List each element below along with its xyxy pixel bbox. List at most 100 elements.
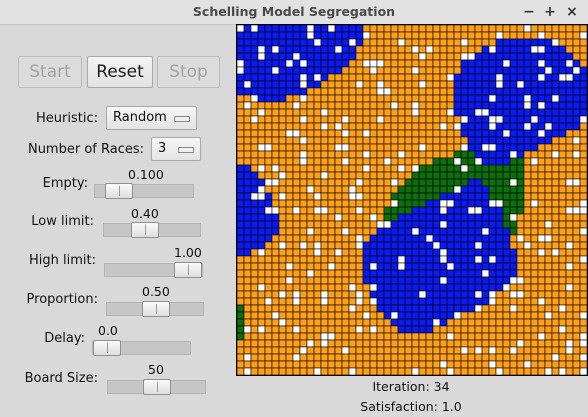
board-cell [502,353,511,362]
board-cell [271,241,280,250]
races-select[interactable]: 3 [151,137,201,161]
empty-slider[interactable] [94,183,194,199]
board-cell [313,248,322,257]
board-cell [383,171,392,180]
board-cell [341,24,350,33]
board-cell [243,24,252,33]
board-cell [250,66,259,75]
board-cell [271,248,280,257]
board-cell [257,108,266,117]
high-limit-slider-thumb[interactable] [174,262,202,278]
board-cell [530,80,539,89]
board-cell [411,283,420,292]
board-cell [397,353,406,362]
board-cell [551,136,560,145]
board-cell [495,164,504,173]
board-cell [299,318,308,327]
close-icon[interactable]: × [563,3,581,21]
board-cell [418,199,427,208]
board-cell [411,115,420,124]
start-button[interactable]: Start [18,56,82,88]
board-cell [348,241,357,250]
board-size-slider-thumb[interactable] [143,379,171,395]
board-cell [537,164,546,173]
minimize-icon[interactable]: − [520,3,538,21]
board-cell [488,255,497,264]
board-cell [383,143,392,152]
heuristic-select[interactable]: Random [106,106,197,130]
board-cell [299,66,308,75]
proportion-slider-thumb[interactable] [142,301,170,317]
board-cell [481,248,490,257]
board-cell [579,311,588,320]
board-cell [418,31,427,40]
stop-button[interactable]: Stop [157,56,220,88]
board-cell [390,290,399,299]
board-cell [348,171,357,180]
board-cell [544,276,553,285]
board-cell [390,325,399,334]
low-limit-slider[interactable] [103,222,201,238]
board-cell [530,157,539,166]
board-cell [481,332,490,341]
board-cell [418,66,427,75]
board-cell [278,220,287,229]
board-cell [474,45,483,54]
board-cell [523,59,532,68]
board-cell [495,220,504,229]
board-cell [523,115,532,124]
board-cell [551,206,560,215]
board-cell [334,115,343,124]
board-cell [516,178,525,187]
board-cell [446,311,455,320]
board-cell [544,339,553,348]
races-value: 3 [158,141,167,156]
board-cell [306,248,315,257]
delay-slider-thumb[interactable] [93,340,121,356]
board-cell [579,24,588,33]
board-cell [551,297,560,306]
board-cell [453,150,462,159]
board-cell [362,283,371,292]
board-cell [446,164,455,173]
board-cell [397,185,406,194]
board-cell [383,206,392,215]
board-cell [397,276,406,285]
board-cell [299,52,308,61]
board-cell [432,143,441,152]
maximize-icon[interactable]: + [541,3,559,21]
board-cell [250,241,259,250]
board-cell [243,353,252,362]
board-cell [530,304,539,313]
delay-slider[interactable] [92,340,191,356]
board-cell [537,94,546,103]
board-cell [418,255,427,264]
board-cell [397,297,406,306]
board-cell [509,122,518,131]
board-cell [516,213,525,222]
board-cell [495,332,504,341]
board-cell [544,262,553,271]
board-cell [460,290,469,299]
board-cell [257,297,266,306]
board-cell [236,332,245,341]
board-cell [453,157,462,166]
board-cell [523,87,532,96]
board-cell [306,325,315,334]
board-cell [551,283,560,292]
low-limit-slider-thumb[interactable] [131,222,159,238]
board-cell [432,73,441,82]
board-cell [334,227,343,236]
board-cell [341,234,350,243]
board-cell [397,332,406,341]
board-cell [271,255,280,264]
board-cell [495,241,504,250]
board-cell [509,87,518,96]
empty-slider-thumb[interactable] [105,183,133,199]
high-limit-slider[interactable] [104,262,203,278]
reset-button[interactable]: Reset [87,56,153,88]
board-cell [327,24,336,33]
board-size-slider[interactable] [107,379,206,395]
proportion-slider[interactable] [106,301,204,317]
board-cell [453,318,462,327]
